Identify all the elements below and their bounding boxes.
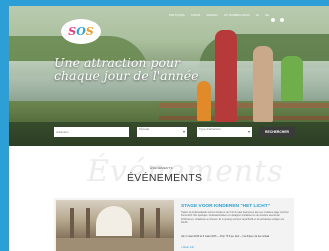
browser-page: SOS PRATIQUES TARIFS AGENDA OÙ SOMMES-NO…	[9, 6, 329, 251]
period-select[interactable]: Période ▾	[137, 127, 187, 137]
period-select-value: Période	[139, 127, 150, 131]
chevron-down-icon: ▾	[182, 129, 185, 134]
search-bar: Période ▾ Type d'attraction ▾ RECHERCHER	[9, 122, 329, 146]
attraction-search-input[interactable]	[54, 127, 129, 137]
event-photo	[56, 200, 174, 251]
event-details: Van 2 maart 2015 tot 6 maart 2015 — Prij…	[181, 236, 270, 238]
search-button[interactable]: RECHERCHER	[259, 127, 295, 137]
nav-item-location[interactable]: OÙ SOMMES-NOUS	[224, 14, 250, 17]
hero-person-boy	[281, 56, 303, 101]
events-kicker: ÉVÉNEMENTS	[150, 166, 173, 170]
event-card[interactable]: STAGE VOOR KINDEREN "HET LICHT" Tijdens …	[54, 198, 294, 251]
events-section: Événements ÉVÉNEMENTS ÉVÉNEMENTS STAGE V…	[9, 146, 329, 251]
nav-item-pratiques[interactable]: PRATIQUES	[169, 14, 185, 17]
social-icons	[271, 18, 284, 22]
nav-item-lang-nl[interactable]: NL	[256, 14, 260, 17]
nav-item-lang-en[interactable]: EN	[265, 14, 269, 17]
nav-item-tarifs[interactable]: TARIFS	[191, 14, 201, 17]
event-more-link[interactable]: » Meer info	[181, 246, 194, 249]
photo-floor	[56, 238, 174, 251]
top-navigation: PRATIQUES TARIFS AGENDA OÙ SOMMES-NOUS N…	[169, 14, 269, 17]
photo-arch	[96, 206, 132, 236]
nav-item-agenda[interactable]: AGENDA	[206, 14, 218, 17]
hero-person-child	[197, 81, 211, 121]
attraction-type-select[interactable]: Type d'attraction ▾	[197, 127, 252, 137]
twitter-icon[interactable]	[280, 18, 284, 22]
hero-banner: SOS PRATIQUES TARIFS AGENDA OÙ SOMMES-NO…	[9, 6, 329, 146]
site-logo[interactable]: SOS	[61, 19, 101, 44]
event-description: Tijdens de krokusvakantie kunnen kindere…	[181, 212, 289, 225]
facebook-icon[interactable]	[271, 18, 275, 22]
events-heading: ÉVÉNEMENTS	[127, 172, 203, 184]
hero-person-mother	[253, 46, 273, 122]
hero-railing	[159, 103, 329, 108]
chevron-down-icon: ▾	[247, 129, 250, 134]
attraction-type-select-value: Type d'attraction	[199, 127, 221, 131]
hero-railing-lower	[159, 116, 329, 120]
hero-tagline: Une attraction pour chaque jour de l'ann…	[54, 55, 199, 83]
event-title[interactable]: STAGE VOOR KINDEREN "HET LICHT"	[181, 204, 270, 209]
